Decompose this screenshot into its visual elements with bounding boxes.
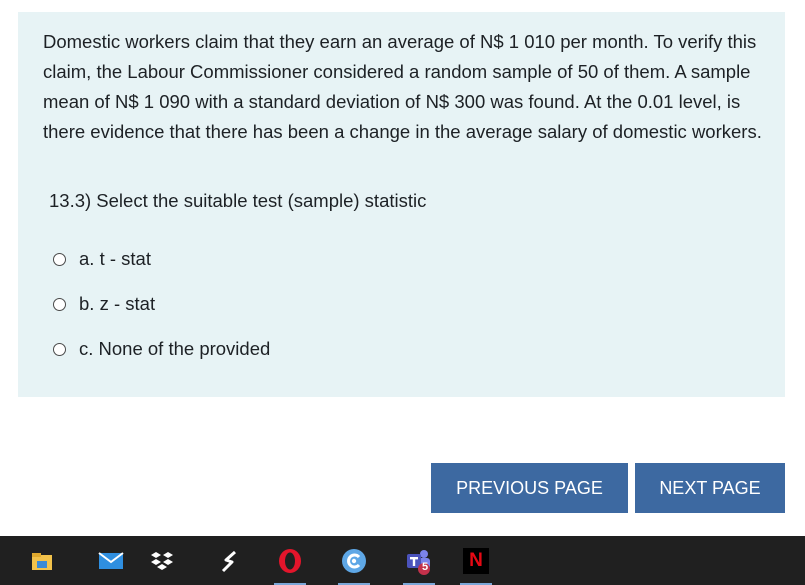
option-a[interactable]: a. t - stat [53,247,151,271]
opera-icon [279,548,301,573]
taskbar-netflix[interactable]: N [452,536,500,585]
option-label: b. z - stat [79,293,156,314]
question-text: Domestic workers claim that they earn an… [43,31,762,142]
taskbar-s-app[interactable] [205,536,253,585]
taskbar-opera[interactable] [266,536,314,585]
previous-page-button[interactable]: PREVIOUS PAGE [431,463,628,513]
radio-button[interactable] [53,342,66,356]
radio-button[interactable] [53,252,66,266]
dropbox-icon [151,551,173,570]
taskbar-dropbox[interactable] [138,536,186,585]
option-c[interactable]: c. None of the provided [53,337,270,361]
taskbar-file-explorer[interactable] [18,536,66,585]
netflix-letter: N [469,549,483,571]
notification-badge: 5 [421,561,429,573]
question-prompt: 13.3) Select the suitable test (sample) … [49,190,427,211]
file-explorer-icon [32,552,52,570]
taskbar: 5 N [0,536,805,585]
netflix-icon: N [463,547,489,574]
option-b[interactable]: b. z - stat [53,292,155,316]
radio-button[interactable] [53,297,66,311]
s-logo-icon [221,550,236,572]
taskbar-mail[interactable] [87,536,135,585]
taskbar-browser[interactable] [330,536,378,585]
option-label: c. None of the provided [79,338,271,359]
mail-icon [98,551,124,569]
option-label: a. t - stat [79,248,151,269]
next-page-button[interactable]: NEXT PAGE [635,463,785,513]
browser-swirl-icon [342,548,366,573]
question-card: Domestic workers claim that they earn an… [18,12,785,397]
taskbar-teams[interactable]: 5 [395,536,443,585]
